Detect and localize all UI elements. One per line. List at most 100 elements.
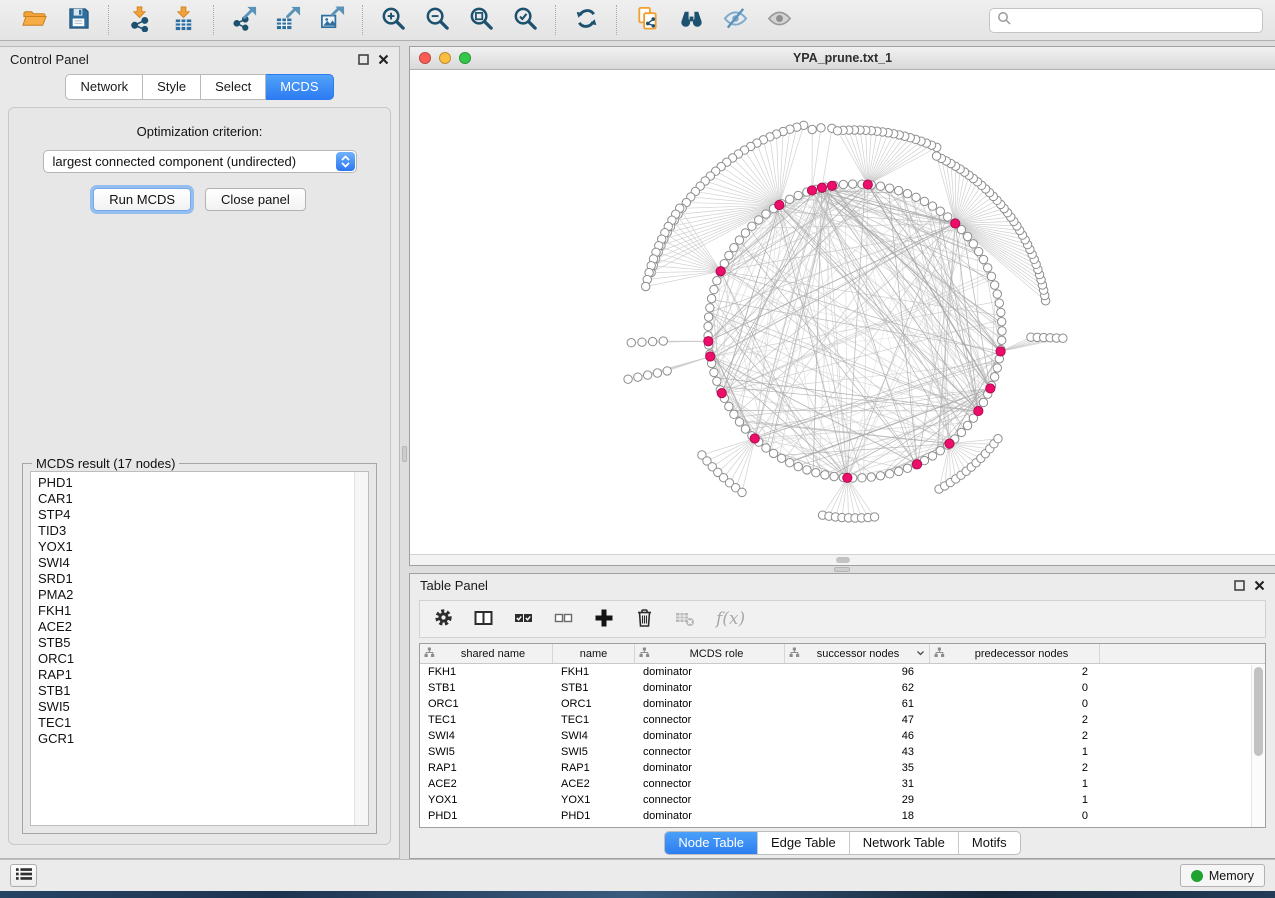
result-item[interactable]: SRD1 <box>38 571 368 587</box>
table-row[interactable]: ORC1ORC1dominator610 <box>420 696 1265 712</box>
delete-table-button[interactable] <box>675 609 695 630</box>
table-cell: SWI4 <box>420 730 553 742</box>
result-list-scrollbar[interactable] <box>354 472 368 825</box>
result-item[interactable]: PMA2 <box>38 587 368 603</box>
table-row[interactable]: SWI5SWI5connector431 <box>420 744 1265 760</box>
tab-edge-table[interactable]: Edge Table <box>758 832 850 854</box>
table-row[interactable]: YOX1YOX1connector291 <box>420 792 1265 808</box>
table-cell: 29 <box>785 794 930 806</box>
memory-label: Memory <box>1209 869 1254 883</box>
table-row[interactable]: TEC1TEC1connector472 <box>420 712 1265 728</box>
result-item[interactable]: TID3 <box>38 523 368 539</box>
close-window-icon[interactable] <box>419 52 431 64</box>
search-box[interactable] <box>989 8 1263 33</box>
table-row[interactable]: RAP1RAP1dominator352 <box>420 760 1265 776</box>
result-item[interactable]: ORC1 <box>38 651 368 667</box>
show-panels-button[interactable] <box>10 864 37 887</box>
tab-style[interactable]: Style <box>143 74 201 100</box>
run-mcds-button[interactable]: Run MCDS <box>93 188 191 211</box>
export-table-button[interactable] <box>272 4 304 36</box>
export-network-button[interactable] <box>228 4 260 36</box>
network-hscrollbar[interactable] <box>410 554 1275 565</box>
result-item[interactable]: STP4 <box>38 507 368 523</box>
table-row[interactable]: STB1STB1dominator620 <box>420 680 1265 696</box>
import-table-button[interactable] <box>167 4 199 36</box>
control-panel-header: Control Panel <box>0 47 399 71</box>
result-item[interactable]: YOX1 <box>38 539 368 555</box>
column-header-shared-name[interactable]: shared name <box>420 644 553 663</box>
horizontal-splitter[interactable] <box>409 566 1275 573</box>
result-item[interactable]: PHD1 <box>38 475 368 491</box>
hide-selected-button[interactable] <box>719 4 751 36</box>
new-network-from-selection-button[interactable] <box>631 4 663 36</box>
column-header-name[interactable]: name <box>553 644 635 663</box>
tab-mcds[interactable]: MCDS <box>266 74 333 100</box>
result-item[interactable]: STB5 <box>38 635 368 651</box>
zoom-selected-button[interactable] <box>509 4 541 36</box>
close-panel-icon[interactable] <box>1254 580 1265 591</box>
table-cell: PHD1 <box>420 810 553 822</box>
eye-slash-icon <box>722 5 749 35</box>
deselect-all-columns-button[interactable] <box>554 609 573 630</box>
apply-layout-button[interactable] <box>570 4 602 36</box>
hscroll-thumb[interactable] <box>836 557 850 563</box>
show-columns-button[interactable] <box>474 609 493 630</box>
table-row[interactable]: ACE2ACE2connector311 <box>420 776 1265 792</box>
result-item[interactable]: STB1 <box>38 683 368 699</box>
float-panel-icon[interactable] <box>358 54 369 65</box>
first-neighbors-button[interactable] <box>675 4 707 36</box>
table-cell: dominator <box>635 666 785 678</box>
close-panel-icon[interactable] <box>378 54 389 65</box>
open-file-button[interactable] <box>18 4 50 36</box>
table-row[interactable]: SWI4SWI4dominator462 <box>420 728 1265 744</box>
zoom-in-button[interactable] <box>377 4 409 36</box>
zoom-out-button[interactable] <box>421 4 453 36</box>
column-header-mcds-role[interactable]: MCDS role <box>635 644 785 663</box>
result-item[interactable]: FKH1 <box>38 603 368 619</box>
tab-network-table[interactable]: Network Table <box>850 832 959 854</box>
splitter-handle[interactable] <box>834 567 850 572</box>
minimize-window-icon[interactable] <box>439 52 451 64</box>
result-item[interactable]: SWI5 <box>38 699 368 715</box>
maximize-window-icon[interactable] <box>459 52 471 64</box>
function-builder-button[interactable]: f(x) <box>716 609 745 629</box>
close-panel-button[interactable]: Close panel <box>205 188 306 211</box>
splitter-handle[interactable] <box>402 446 407 462</box>
delete-column-button[interactable] <box>635 607 654 631</box>
table-cell: 0 <box>930 810 1100 822</box>
mcds-result-list[interactable]: PHD1CAR1STP4TID3YOX1SWI4SRD1PMA2FKH1ACE2… <box>30 471 369 826</box>
show-all-button[interactable] <box>763 4 795 36</box>
import-network-button[interactable] <box>123 4 155 36</box>
result-item[interactable]: CAR1 <box>38 491 368 507</box>
memory-button[interactable]: Memory <box>1180 864 1265 887</box>
result-item[interactable]: GCR1 <box>38 731 368 747</box>
vscroll-thumb[interactable] <box>1254 667 1263 756</box>
export-image-button[interactable] <box>316 4 348 36</box>
tab-node-table[interactable]: Node Table <box>665 832 758 854</box>
select-all-columns-button[interactable] <box>514 609 533 630</box>
float-panel-icon[interactable] <box>1234 580 1245 591</box>
result-item[interactable]: RAP1 <box>38 667 368 683</box>
mcds-tab-content: Optimization criterion: largest connecte… <box>8 107 391 845</box>
search-input[interactable] <box>1016 13 1255 27</box>
save-session-button[interactable] <box>62 4 94 36</box>
table-vscrollbar[interactable] <box>1251 665 1265 827</box>
result-item[interactable]: ACE2 <box>38 619 368 635</box>
zoom-fit-button[interactable] <box>465 4 497 36</box>
result-item[interactable]: TEC1 <box>38 715 368 731</box>
vertical-splitter[interactable] <box>400 46 409 859</box>
tab-network[interactable]: Network <box>65 74 143 100</box>
table-row[interactable]: FKH1FKH1dominator962 <box>420 664 1265 680</box>
column-header-predecessor-nodes[interactable]: predecessor nodes <box>930 644 1100 663</box>
table-row[interactable]: PHD1PHD1dominator180 <box>420 808 1265 824</box>
column-header-successor-nodes[interactable]: successor nodes <box>785 644 930 663</box>
result-item[interactable]: SWI4 <box>38 555 368 571</box>
network-canvas[interactable] <box>410 70 1275 554</box>
plus-icon <box>594 608 614 631</box>
tab-motifs[interactable]: Motifs <box>959 832 1020 854</box>
tab-select[interactable]: Select <box>201 74 266 100</box>
table-settings-button[interactable] <box>434 608 453 630</box>
column-header-filler <box>1100 644 1265 663</box>
create-column-button[interactable] <box>594 608 614 631</box>
criterion-select[interactable]: largest connected component (undirected) <box>43 150 357 173</box>
